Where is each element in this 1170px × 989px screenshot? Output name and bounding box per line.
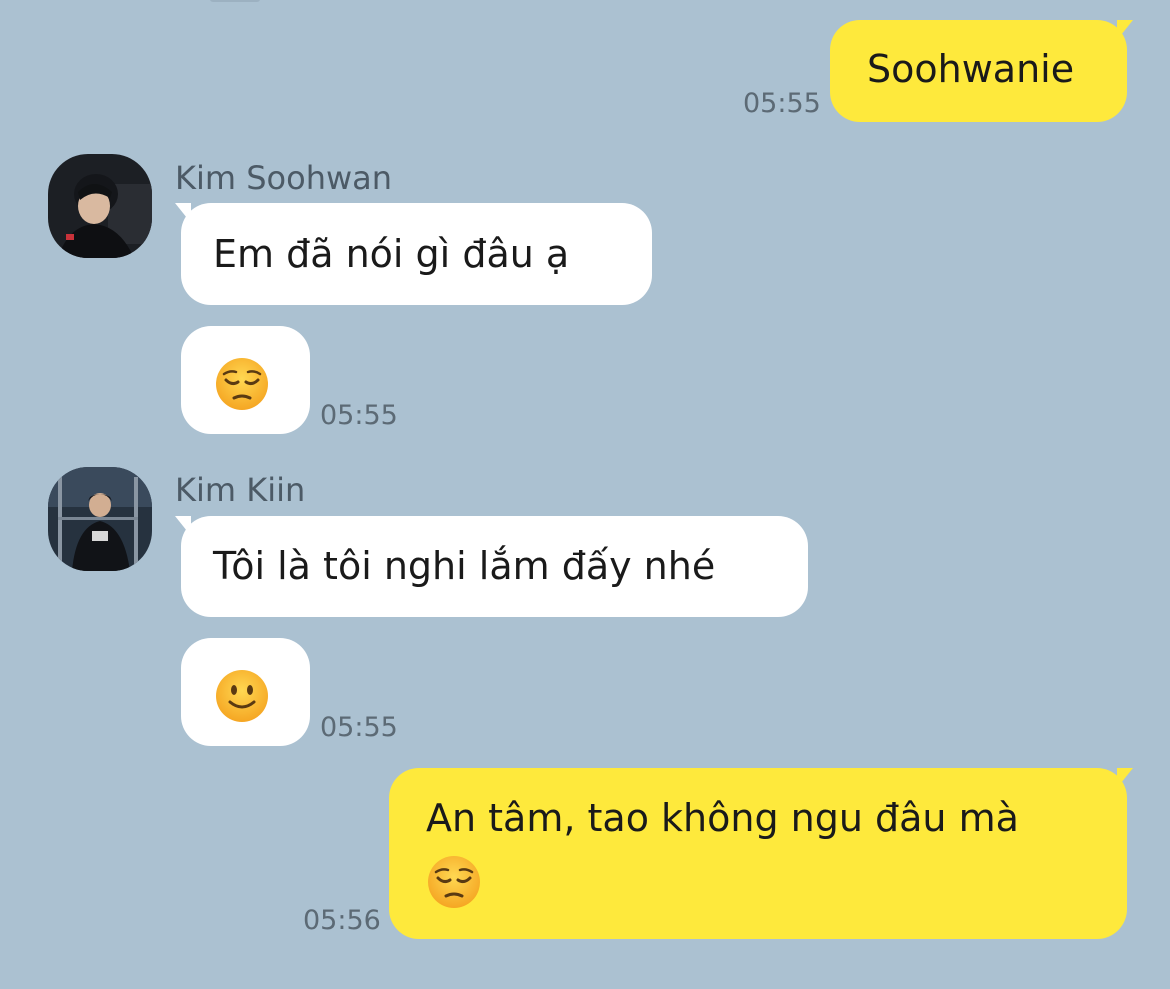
their-message-bubble[interactable]: Em đã nói gì đâu ạ bbox=[175, 203, 652, 305]
previous-avatar-edge bbox=[210, 0, 260, 2]
their-message-bubble[interactable]: Tôi là tôi nghi lắm đấy nhé bbox=[175, 516, 808, 617]
message-text: Soohwanie bbox=[867, 47, 1075, 91]
sender-name: Kim Kiin bbox=[175, 471, 306, 509]
their-emoji-bubble[interactable] bbox=[181, 326, 310, 434]
chat-area: 05:55 Soohwanie Kim Soohwan Em đã nói gì… bbox=[0, 0, 1170, 989]
message-timestamp: 05:55 bbox=[320, 712, 398, 743]
message-text: Tôi là tôi nghi lắm đấy nhé bbox=[213, 544, 716, 588]
pensive-face-icon bbox=[216, 358, 268, 410]
slightly-smiling-face-icon bbox=[216, 670, 268, 722]
pensive-face-icon bbox=[428, 856, 480, 908]
message-timestamp: 05:56 bbox=[303, 905, 381, 936]
avatar[interactable] bbox=[48, 467, 152, 571]
sender-name: Kim Soohwan bbox=[175, 159, 393, 197]
message-text: Em đã nói gì đâu ạ bbox=[213, 232, 570, 276]
my-message-bubble[interactable]: Soohwanie bbox=[830, 20, 1133, 122]
avatar-kim-kiin bbox=[48, 467, 152, 571]
message-timestamp: 05:55 bbox=[743, 88, 821, 119]
my-message-bubble[interactable]: An tâm, tao không ngu đâu mà bbox=[389, 768, 1133, 939]
message-text: An tâm, tao không ngu đâu mà bbox=[426, 796, 1019, 840]
message-timestamp: 05:55 bbox=[320, 400, 398, 431]
avatar[interactable] bbox=[48, 154, 152, 258]
avatar-kim-soohwan bbox=[48, 154, 152, 258]
their-emoji-bubble[interactable] bbox=[181, 638, 310, 746]
